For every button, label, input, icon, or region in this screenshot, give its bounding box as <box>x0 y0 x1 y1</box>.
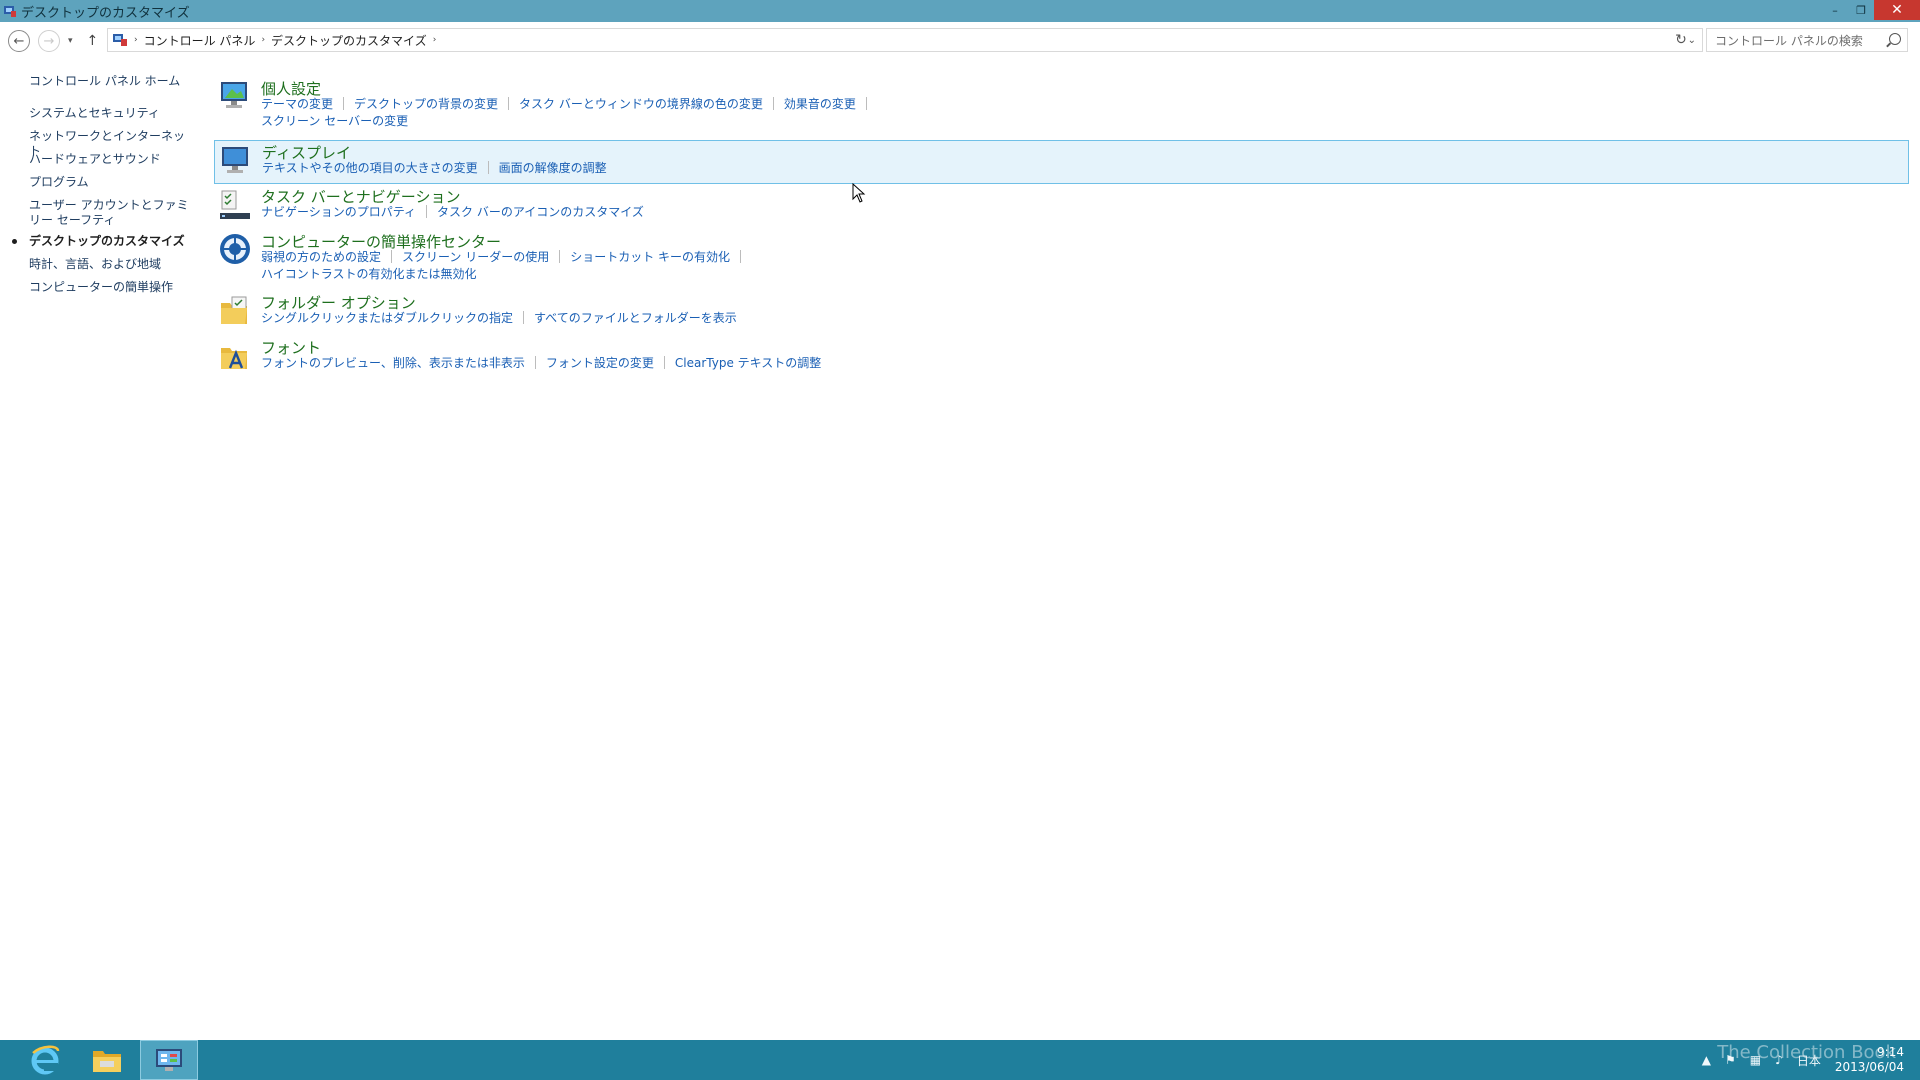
category-display[interactable]: ディスプレイ テキストやその他の項目の大きさの変更 画面の解像度の調整 <box>214 140 1909 184</box>
navigation-bar: ← → ▾ ↑ › コントロール パネル › デスクトップのカスタマイズ › ⌄… <box>0 22 1920 60</box>
recent-locations-button[interactable]: ▾ <box>68 36 73 46</box>
link-change-theme[interactable]: テーマの変更 <box>261 97 333 111</box>
link-divider <box>343 97 345 110</box>
sidebar-item-ease-of-access[interactable]: コンピューターの簡単操作 <box>29 280 194 295</box>
sidebar-item-programs[interactable]: プログラム <box>29 175 194 190</box>
control-panel-icon <box>112 33 128 47</box>
sidebar-item-user-accounts[interactable]: ユーザー アカウントとファミリー セーフティ <box>29 198 194 228</box>
category-links: ナビゲーションのプロパティ タスク バーのアイコンのカスタマイズ <box>261 204 644 221</box>
breadcrumb-desktop-customization[interactable]: デスクトップのカスタマイズ <box>271 32 427 49</box>
link-adjust-cleartype[interactable]: ClearType テキストの調整 <box>675 356 821 370</box>
category-links-row2: ハイコントラストの有効化または無効化 <box>261 266 477 283</box>
link-change-font-settings[interactable]: フォント設定の変更 <box>546 356 654 370</box>
link-adjust-resolution[interactable]: 画面の解像度の調整 <box>499 161 607 175</box>
link-divider <box>426 205 428 218</box>
link-change-sound-effects[interactable]: 効果音の変更 <box>784 97 856 111</box>
title-bar: デスクトップのカスタマイズ – ❐ ✕ <box>0 0 1920 22</box>
close-button[interactable]: ✕ <box>1874 0 1920 20</box>
link-change-screen-saver[interactable]: スクリーン セーバーの変更 <box>261 114 408 128</box>
folder-options-icon[interactable] <box>218 294 252 328</box>
category-links: フォントのプレビュー、削除、表示または非表示 フォント設定の変更 ClearType… <box>261 355 821 372</box>
breadcrumb-separator[interactable]: › <box>261 35 265 45</box>
category-personalization: 個人設定 テーマの変更 デスクトップの背景の変更 タスク バーとウィンドウの境界線の… <box>214 76 1910 134</box>
link-change-text-size[interactable]: テキストやその他の項目の大きさの変更 <box>262 161 478 175</box>
link-divider <box>534 356 536 369</box>
control-panel-icon <box>3 4 17 18</box>
link-use-screen-reader[interactable]: スクリーン リーダーの使用 <box>402 250 549 264</box>
link-low-vision-settings[interactable]: 弱視の方のための設定 <box>261 250 381 264</box>
back-button[interactable]: ← <box>8 30 30 52</box>
breadcrumb-control-panel[interactable]: コントロール パネル <box>144 32 256 49</box>
search-input[interactable]: コントロール パネルの検索 <box>1715 32 1863 49</box>
internet-explorer-icon[interactable] <box>16 1040 74 1080</box>
link-divider <box>523 311 525 324</box>
file-explorer-icon[interactable] <box>78 1040 136 1080</box>
category-links: テーマの変更 デスクトップの背景の変更 タスク バーとウィンドウの境界線の色の変更 効… <box>261 96 877 113</box>
watermark: The Collection Book <box>1717 1042 1896 1063</box>
link-navigation-properties[interactable]: ナビゲーションのプロパティ <box>261 205 416 219</box>
selected-bullet-icon <box>12 239 17 244</box>
window-title: デスクトップのカスタマイズ <box>21 5 190 21</box>
control-panel-taskbar-button[interactable] <box>140 1040 198 1080</box>
search-box[interactable]: コントロール パネルの検索 <box>1706 28 1908 52</box>
up-button[interactable]: ↑ <box>87 33 99 49</box>
breadcrumb-separator[interactable]: › <box>433 35 437 45</box>
ease-of-access-icon[interactable] <box>218 232 252 266</box>
link-divider <box>772 97 774 110</box>
link-enable-shortcut-keys[interactable]: ショートカット キーの有効化 <box>570 250 730 264</box>
personalization-icon[interactable] <box>218 78 252 112</box>
minimize-button[interactable]: – <box>1822 0 1848 20</box>
category-links: テキストやその他の項目の大きさの変更 画面の解像度の調整 <box>262 160 607 177</box>
forward-button[interactable]: → <box>38 30 60 52</box>
sidebar-item-control-panel-home[interactable]: コントロール パネル ホーム <box>29 74 194 89</box>
link-divider <box>508 97 510 110</box>
link-customize-taskbar-icons[interactable]: タスク バーのアイコンのカスタマイズ <box>437 205 644 219</box>
sidebar-item-system-security[interactable]: システムとセキュリティ <box>29 106 194 121</box>
display-icon[interactable] <box>219 144 253 178</box>
search-icon[interactable] <box>1889 33 1901 45</box>
link-toggle-high-contrast[interactable]: ハイコントラストの有効化または無効化 <box>261 267 477 281</box>
taskbar-icon[interactable] <box>218 188 252 222</box>
link-preview-delete-fonts[interactable]: フォントのプレビュー、削除、表示または非表示 <box>261 356 525 370</box>
link-divider <box>391 250 393 263</box>
category-taskbar-navigation: タスク バーとナビゲーション ナビゲーションのプロパティ タスク バーのアイコンの… <box>214 186 1910 228</box>
category-links: シングルクリックまたはダブルクリックの指定 すべてのファイルとフォルダーを表示 <box>261 310 737 327</box>
category-links: 弱視の方のための設定 スクリーン リーダーの使用 ショートカット キーの有効化 <box>261 249 751 266</box>
link-divider <box>663 356 665 369</box>
sidebar-item-label: デスクトップのカスタマイズ <box>29 234 185 248</box>
sidebar-item-clock-language-region[interactable]: 時計、言語、および地域 <box>29 257 194 272</box>
window-controls: – ❐ ✕ <box>1822 0 1920 22</box>
show-hidden-icons-icon[interactable]: ▲ <box>1702 1053 1711 1067</box>
refresh-button[interactable]: ↻ <box>1668 28 1694 52</box>
address-bar[interactable]: › コントロール パネル › デスクトップのカスタマイズ › ⌄ <box>107 28 1703 52</box>
breadcrumb-separator[interactable]: › <box>134 35 138 45</box>
link-divider <box>740 250 742 263</box>
link-single-or-double-click[interactable]: シングルクリックまたはダブルクリックの指定 <box>261 311 513 325</box>
link-divider <box>865 97 867 110</box>
category-fonts: フォント フォントのプレビュー、削除、表示または非表示 フォント設定の変更 Clea… <box>214 337 1910 379</box>
link-change-desktop-background[interactable]: デスクトップの背景の変更 <box>354 97 498 111</box>
restore-button[interactable]: ❐ <box>1848 0 1874 20</box>
category-ease-of-access-center: コンピューターの簡単操作センター 弱視の方のための設定 スクリーン リーダーの使用… <box>214 231 1910 289</box>
link-change-border-color[interactable]: タスク バーとウィンドウの境界線の色の変更 <box>519 97 763 111</box>
fonts-icon[interactable] <box>218 339 252 373</box>
link-divider <box>487 161 489 174</box>
taskbar: ▲ ⚑ ▦ ♪ 日本 9:14 2013/06/04 <box>0 1040 1920 1080</box>
sidebar-item-desktop-customization[interactable]: デスクトップのカスタマイズ <box>12 234 194 249</box>
link-show-hidden-files[interactable]: すべてのファイルとフォルダーを表示 <box>534 311 737 325</box>
category-folder-options: フォルダー オプション シングルクリックまたはダブルクリックの指定 すべてのファイ… <box>214 292 1910 334</box>
link-divider <box>559 250 561 263</box>
category-links-row2: スクリーン セーバーの変更 <box>261 113 408 130</box>
sidebar-item-hardware-sound[interactable]: ハードウェアとサウンド <box>29 152 194 167</box>
